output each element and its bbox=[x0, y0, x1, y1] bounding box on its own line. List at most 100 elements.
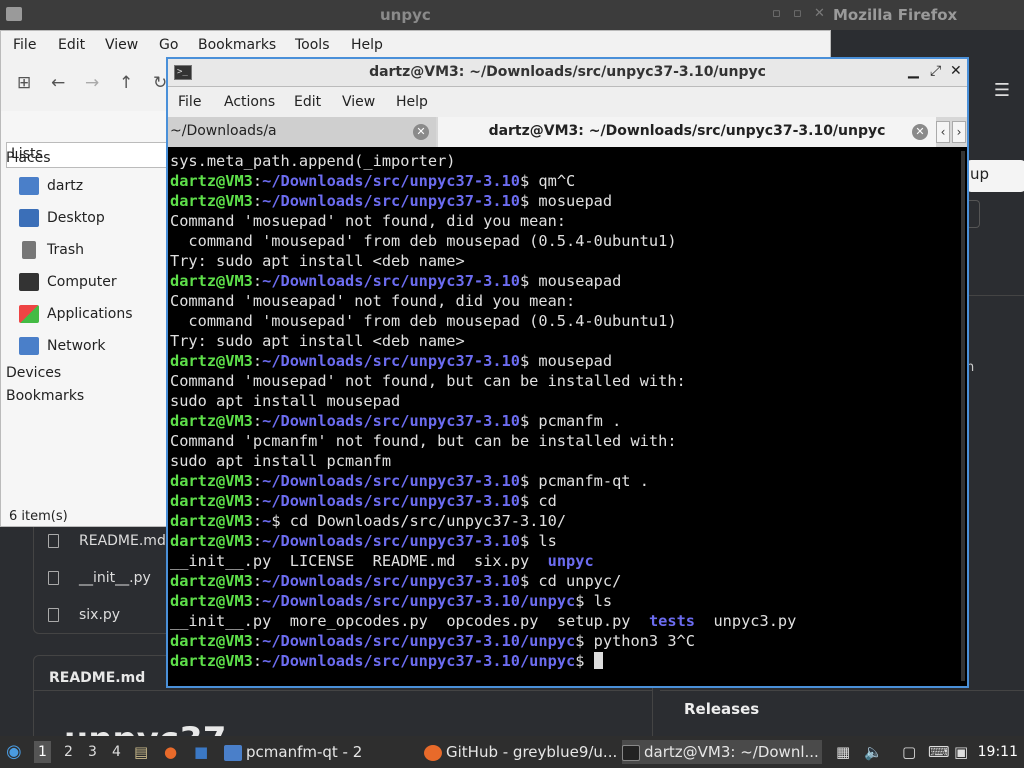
place-network[interactable]: Network bbox=[19, 337, 105, 355]
maximize-icon[interactable]: ▫ bbox=[793, 6, 802, 21]
back-arrow-icon[interactable]: ← bbox=[51, 73, 65, 93]
releases-heading[interactable]: Releases bbox=[684, 700, 759, 718]
forward-arrow-icon[interactable]: → bbox=[85, 73, 99, 93]
fm-menu-help[interactable]: Help bbox=[351, 37, 383, 53]
close-icon[interactable]: ✕ bbox=[950, 63, 962, 79]
workspace-3[interactable]: 3 bbox=[88, 744, 97, 760]
notes-icon[interactable]: ▢ bbox=[902, 743, 916, 761]
file-manager-launcher-icon[interactable]: ▤ bbox=[134, 743, 148, 761]
fm-menu-view[interactable]: View bbox=[105, 37, 138, 53]
prompt-user: dartz@VM3 bbox=[170, 652, 253, 670]
devices-section[interactable]: Devices bbox=[6, 365, 61, 381]
terminal-prompt-line: dartz@VM3:~/Downloads/src/unpyc37-3.10/u… bbox=[170, 651, 950, 671]
term-menu-edit[interactable]: Edit bbox=[294, 94, 321, 110]
divider bbox=[660, 690, 1024, 691]
terminal-prompt-line: dartz@VM3:~/Downloads/src/unpyc37-3.10$ … bbox=[170, 531, 950, 551]
task-pcmanfm[interactable]: pcmanfm-qt - 2 windo... bbox=[224, 740, 420, 768]
hamburger-menu-icon[interactable]: ☰ bbox=[994, 80, 1010, 101]
fm-menu-file[interactable]: File bbox=[13, 37, 36, 53]
app-menu-icon[interactable]: ◉ bbox=[6, 741, 22, 762]
place-trash[interactable]: Trash bbox=[19, 241, 84, 259]
term-menu-file[interactable]: File bbox=[178, 94, 201, 110]
ls-gap bbox=[428, 612, 446, 630]
place-desktop[interactable]: Desktop bbox=[19, 209, 105, 227]
ls-file: __init__.py bbox=[170, 612, 272, 630]
terminal-output-line: command 'mousepad' from deb mousepad (0.… bbox=[170, 312, 677, 330]
tab-scroll-right-icon[interactable]: › bbox=[952, 121, 966, 143]
term-menu-actions[interactable]: Actions bbox=[224, 94, 275, 110]
maximize-icon[interactable]: ⤢ bbox=[930, 63, 941, 79]
volume-icon[interactable]: 🔈 bbox=[864, 743, 883, 761]
prompt-command: $ mosuepad bbox=[519, 192, 613, 210]
workspace-4[interactable]: 4 bbox=[112, 744, 121, 760]
file-icon bbox=[48, 608, 59, 622]
place-applications[interactable]: Applications bbox=[19, 305, 133, 323]
workspace-1[interactable]: 1 bbox=[34, 741, 51, 763]
tab-close-icon[interactable]: ✕ bbox=[413, 124, 429, 140]
terminal-prompt-line: dartz@VM3:~/Downloads/src/unpyc37-3.10$ … bbox=[170, 351, 950, 371]
bookmarks-section[interactable]: Bookmarks bbox=[6, 388, 84, 404]
up-arrow-icon[interactable]: ↑ bbox=[119, 73, 133, 93]
desktop-icon[interactable]: ■ bbox=[194, 743, 208, 761]
clipboard-icon[interactable]: ▦ bbox=[836, 743, 850, 761]
tab-close-icon[interactable]: ✕ bbox=[912, 124, 928, 140]
setup-button[interactable]: up bbox=[966, 160, 1024, 192]
prompt-user: dartz@VM3 bbox=[170, 192, 253, 210]
prompt-command: $ mouseapad bbox=[519, 272, 622, 290]
prompt-command: $ bbox=[575, 652, 594, 670]
place-home[interactable]: dartz bbox=[19, 177, 83, 195]
repo-file-six[interactable]: six.py bbox=[48, 607, 120, 623]
terminal-output[interactable]: sys.meta_path.append(_importer) dartz@VM3… bbox=[170, 151, 950, 681]
terminal-scrollbar[interactable] bbox=[961, 151, 965, 681]
prompt-path: ~/Downloads/src/unpyc37-3.10/unpyc bbox=[262, 632, 576, 650]
fm-menubar: File Edit View Go Bookmarks Tools Help bbox=[1, 31, 830, 59]
tab-downloads[interactable]: ~/Downloads/a bbox=[168, 117, 436, 147]
terminal-window: >_ dartz@VM3: ~/Downloads/src/unpyc37-3.… bbox=[166, 57, 969, 688]
terminal-output-line: sudo apt install pcmanfm bbox=[170, 452, 392, 470]
tab-scroll-left-icon[interactable]: ‹ bbox=[936, 121, 950, 143]
prompt-user: dartz@VM3 bbox=[170, 492, 253, 510]
desktop-folder-icon bbox=[19, 209, 39, 227]
prompt-sep: : bbox=[252, 172, 263, 190]
place-computer[interactable]: Computer bbox=[19, 273, 117, 291]
prompt-user: dartz@VM3 bbox=[170, 532, 253, 550]
close-icon[interactable]: ✕ bbox=[814, 6, 825, 21]
fm-menu-bookmarks[interactable]: Bookmarks bbox=[198, 37, 276, 53]
fm-menu-tools[interactable]: Tools bbox=[295, 37, 330, 53]
divider bbox=[33, 690, 653, 691]
task-terminal[interactable]: dartz@VM3: ~/Downl... bbox=[622, 740, 822, 764]
repo-file-init[interactable]: __init__.py bbox=[48, 570, 151, 586]
prompt-sep: : bbox=[252, 492, 263, 510]
term-menu-help[interactable]: Help bbox=[396, 94, 428, 110]
places-section[interactable]: Places bbox=[6, 150, 51, 166]
prompt-sep: : bbox=[252, 572, 263, 590]
prompt-sep: : bbox=[252, 532, 263, 550]
fm-menu-go[interactable]: Go bbox=[159, 37, 178, 53]
tab-unpyc[interactable]: dartz@VM3: ~/Downloads/src/unpyc37-3.10/… bbox=[438, 117, 936, 147]
ls-dir: tests bbox=[648, 612, 696, 630]
task-firefox[interactable]: GitHub - greyblue9/u... bbox=[424, 740, 620, 764]
prompt-user: dartz@VM3 bbox=[170, 272, 253, 290]
prompt-user: dartz@VM3 bbox=[170, 472, 253, 490]
minimize-icon[interactable]: ▫ bbox=[772, 6, 781, 21]
network-icon[interactable]: ▣ bbox=[954, 743, 968, 761]
prompt-user: dartz@VM3 bbox=[170, 412, 253, 430]
firefox-launcher-icon[interactable]: ● bbox=[164, 743, 177, 761]
prompt-sep: : bbox=[252, 412, 263, 430]
new-tab-icon[interactable]: ⊞ bbox=[17, 73, 31, 93]
repo-file-readme[interactable]: README.md bbox=[48, 533, 166, 549]
clock[interactable]: 19:11 bbox=[978, 744, 1018, 760]
ls-file: unpyc3.py bbox=[713, 612, 797, 630]
workspace-2[interactable]: 2 bbox=[64, 744, 73, 760]
keyboard-icon[interactable]: ⌨ bbox=[928, 743, 950, 761]
terminal-cursor bbox=[593, 652, 603, 669]
fm-menu-edit[interactable]: Edit bbox=[58, 37, 85, 53]
prompt-path: ~/Downloads/src/unpyc37-3.10 bbox=[262, 572, 520, 590]
term-menu-view[interactable]: View bbox=[342, 94, 375, 110]
ls-file: __init__.py bbox=[170, 552, 272, 570]
terminal-prompt-line: dartz@VM3:~$ cd Downloads/src/unpyc37-3.… bbox=[170, 511, 950, 531]
terminal-output-line: Try: sudo apt install <deb name> bbox=[170, 252, 465, 270]
ls-gap bbox=[538, 612, 556, 630]
minimize-icon[interactable]: ▁ bbox=[908, 63, 919, 79]
prompt-command: $ mousepad bbox=[519, 352, 613, 370]
